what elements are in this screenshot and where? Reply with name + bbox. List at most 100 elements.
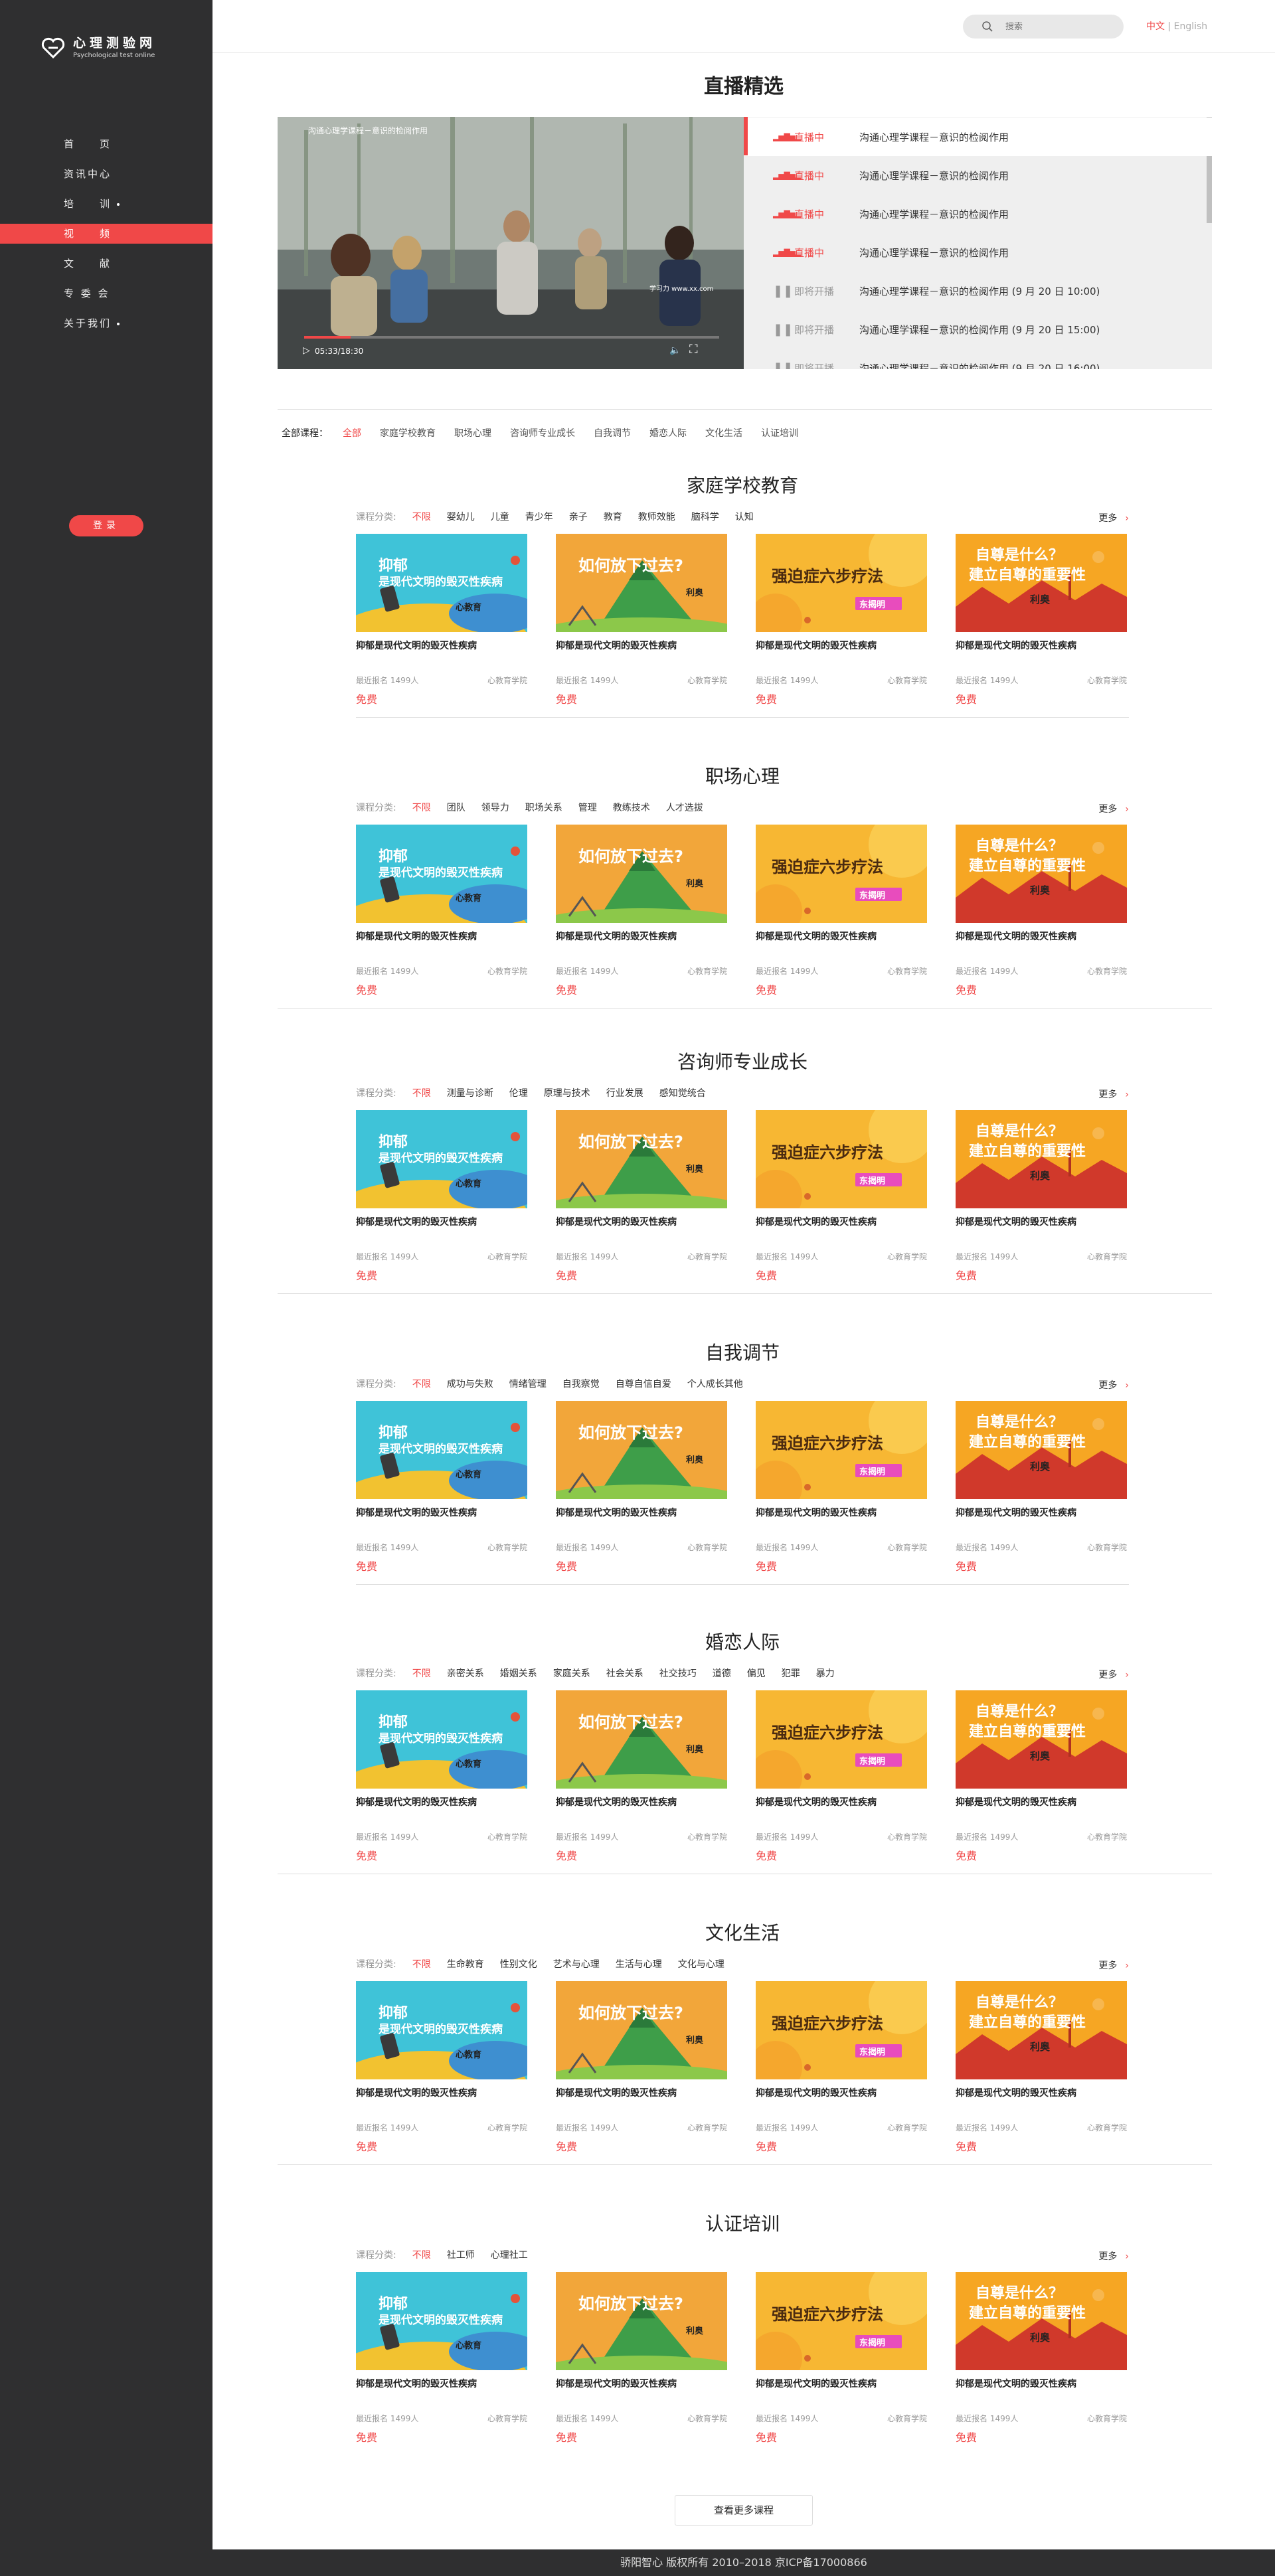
category-option[interactable]: 暴力 xyxy=(816,1666,835,1680)
course-thumbnail[interactable]: 强迫症六步疗法 东揭明 xyxy=(756,1981,927,2079)
course-title[interactable]: 抑郁是现代文明的毁灭性疾病 xyxy=(956,1795,1076,1809)
category-option[interactable]: 犯罪 xyxy=(782,1666,800,1680)
nav-item-0[interactable]: 首 页 xyxy=(0,134,212,154)
fullscreen-icon[interactable]: ⛶ xyxy=(689,343,698,357)
course-thumbnail[interactable]: 抑郁 是现代文明的毁灭性疾病 心教育 xyxy=(356,1401,527,1499)
more-link[interactable]: 更多 › xyxy=(1098,1668,1129,1681)
course-thumbnail[interactable]: 如何放下过去? 利奥 xyxy=(556,1110,727,1208)
course-thumbnail[interactable]: 自尊是什么？ 建立自尊的重要性 利奥 xyxy=(956,1690,1127,1789)
course-title[interactable]: 抑郁是现代文明的毁灭性疾病 xyxy=(756,1795,877,1809)
course-thumbnail[interactable]: 如何放下过去? 利奥 xyxy=(556,1401,727,1499)
category-option[interactable]: 偏见 xyxy=(747,1666,766,1680)
course-thumbnail[interactable]: 抑郁 是现代文明的毁灭性疾病 心教育 xyxy=(356,1110,527,1208)
course-thumbnail[interactable]: 自尊是什么？ 建立自尊的重要性 利奥 xyxy=(956,1110,1127,1208)
all-courses-tab[interactable]: 认证培训 xyxy=(761,426,798,440)
course-card[interactable]: 自尊是什么？ 建立自尊的重要性 利奥 抑郁是现代文明的毁灭性疾病 最近报名 1499人 心… xyxy=(956,534,1127,706)
course-card[interactable]: 如何放下过去? 利奥 抑郁是现代文明的毁灭性疾病 最近报名 1499人 心教育学院 免费 xyxy=(556,1401,727,1573)
course-thumbnail[interactable]: 抑郁 是现代文明的毁灭性疾病 心教育 xyxy=(356,825,527,923)
live-status[interactable]: 即将开播 xyxy=(790,361,859,370)
course-card[interactable]: 强迫症六步疗法 东揭明 抑郁是现代文明的毁灭性疾病 最近报名 1499人 心教育学院 免费 xyxy=(756,1981,927,2154)
live-status[interactable]: 直播中 xyxy=(790,207,859,221)
lang-english[interactable]: English xyxy=(1174,21,1208,32)
category-option[interactable]: 不限 xyxy=(412,1377,431,1390)
course-title[interactable]: 抑郁是现代文明的毁灭性疾病 xyxy=(356,1795,477,1809)
course-thumbnail[interactable]: 强迫症六步疗法 东揭明 xyxy=(756,1690,927,1789)
course-title[interactable]: 抑郁是现代文明的毁灭性疾病 xyxy=(956,1215,1076,1228)
category-option[interactable]: 家庭关系 xyxy=(553,1666,590,1680)
course-title[interactable]: 抑郁是现代文明的毁灭性疾病 xyxy=(356,639,477,652)
course-title[interactable]: 抑郁是现代文明的毁灭性疾病 xyxy=(556,1215,677,1228)
category-option[interactable]: 婚姻关系 xyxy=(500,1666,537,1680)
course-thumbnail[interactable]: 强迫症六步疗法 东揭明 xyxy=(756,825,927,923)
category-option[interactable]: 自我察觉 xyxy=(562,1377,600,1390)
course-card[interactable]: 自尊是什么？ 建立自尊的重要性 利奥 抑郁是现代文明的毁灭性疾病 最近报名 1499人 心… xyxy=(956,1690,1127,1863)
volume-icon[interactable]: 🔈 xyxy=(669,345,681,356)
more-link[interactable]: 更多 › xyxy=(1098,802,1129,815)
course-thumbnail[interactable]: 强迫症六步疗法 东揭明 xyxy=(756,1401,927,1499)
all-courses-tab[interactable]: 婚恋人际 xyxy=(649,426,687,440)
category-option[interactable]: 伦理 xyxy=(509,1086,528,1099)
category-option[interactable]: 教练技术 xyxy=(613,801,650,814)
site-logo[interactable]: 心理测验网 Psychological test online xyxy=(40,35,156,61)
course-card[interactable]: 自尊是什么？ 建立自尊的重要性 利奥 抑郁是现代文明的毁灭性疾病 最近报名 1499人 心… xyxy=(956,825,1127,997)
search-input[interactable] xyxy=(1005,21,1112,32)
category-option[interactable]: 行业发展 xyxy=(606,1086,643,1099)
category-option[interactable]: 不限 xyxy=(412,510,431,523)
course-thumbnail[interactable]: 如何放下过去? 利奥 xyxy=(556,1981,727,2079)
category-option[interactable]: 亲子 xyxy=(569,510,588,523)
course-thumbnail[interactable]: 如何放下过去? 利奥 xyxy=(556,825,727,923)
course-card[interactable]: 如何放下过去? 利奥 抑郁是现代文明的毁灭性疾病 最近报名 1499人 心教育学院 免费 xyxy=(556,1690,727,1863)
course-title[interactable]: 抑郁是现代文明的毁灭性疾病 xyxy=(556,639,677,652)
course-title[interactable]: 抑郁是现代文明的毁灭性疾病 xyxy=(556,929,677,943)
course-card[interactable]: 如何放下过去? 利奥 抑郁是现代文明的毁灭性疾病 最近报名 1499人 心教育学院 免费 xyxy=(556,825,727,997)
course-card[interactable]: 自尊是什么？ 建立自尊的重要性 利奥 抑郁是现代文明的毁灭性疾病 最近报名 1499人 心… xyxy=(956,1981,1127,2154)
category-option[interactable]: 教育 xyxy=(604,510,622,523)
course-card[interactable]: 抑郁 是现代文明的毁灭性疾病 心教育 抑郁是现代文明的毁灭性疾病 最近报名 1499人心… xyxy=(356,1981,527,2154)
category-option[interactable]: 人才选拔 xyxy=(666,801,703,814)
course-card[interactable]: 自尊是什么？ 建立自尊的重要性 利奥 抑郁是现代文明的毁灭性疾病 最近报名 1499人 心… xyxy=(956,2272,1127,2445)
course-title[interactable]: 抑郁是现代文明的毁灭性疾病 xyxy=(756,1506,877,1519)
nav-item-4[interactable]: 文 献 xyxy=(0,254,212,274)
course-title[interactable]: 抑郁是现代文明的毁灭性疾病 xyxy=(356,2377,477,2390)
category-option[interactable]: 不限 xyxy=(412,1957,431,1971)
nav-item-3[interactable]: 视 频 xyxy=(0,224,212,244)
course-card[interactable]: 强迫症六步疗法 东揭明 抑郁是现代文明的毁灭性疾病 最近报名 1499人 心教育学院 免费 xyxy=(756,1401,927,1573)
all-courses-tab[interactable]: 自我调节 xyxy=(594,426,631,440)
search-box[interactable] xyxy=(963,15,1124,39)
category-option[interactable]: 管理 xyxy=(578,801,597,814)
course-thumbnail[interactable]: 抑郁 是现代文明的毁灭性疾病 心教育 xyxy=(356,1690,527,1789)
course-card[interactable]: 抑郁 是现代文明的毁灭性疾病 心教育 抑郁是现代文明的毁灭性疾病 最近报名 1499人心… xyxy=(356,1401,527,1573)
course-card[interactable]: 抑郁 是现代文明的毁灭性疾病 心教育 抑郁是现代文明的毁灭性疾病 最近报名 1499人心… xyxy=(356,825,527,997)
course-title[interactable]: 抑郁是现代文明的毁灭性疾病 xyxy=(956,929,1076,943)
course-card[interactable]: 抑郁 是现代文明的毁灭性疾病 心教育 抑郁是现代文明的毁灭性疾病 最近报名 1499人心… xyxy=(356,1110,527,1283)
live-list-item[interactable]: ▂▅▇▅▂ 直播中 沟通心理学课程－意识的检阅作用 xyxy=(744,156,1212,195)
course-card[interactable]: 如何放下过去? 利奥 抑郁是现代文明的毁灭性疾病 最近报名 1499人 心教育学院 免费 xyxy=(556,1981,727,2154)
course-thumbnail[interactable]: 强迫症六步疗法 东揭明 xyxy=(756,1110,927,1208)
course-card[interactable]: 如何放下过去? 利奥 抑郁是现代文明的毁灭性疾病 最近报名 1499人 心教育学院 免费 xyxy=(556,2272,727,2445)
course-thumbnail[interactable]: 如何放下过去? 利奥 xyxy=(556,2272,727,2370)
course-card[interactable]: 抑郁 是现代文明的毁灭性疾病 心教育 抑郁是现代文明的毁灭性疾病 最近报名 1499人心… xyxy=(356,1690,527,1863)
category-option[interactable]: 道德 xyxy=(713,1666,731,1680)
more-courses-button[interactable]: 查看更多课程 xyxy=(675,2495,813,2526)
course-card[interactable]: 强迫症六步疗法 东揭明 抑郁是现代文明的毁灭性疾病 最近报名 1499人 心教育学院 免费 xyxy=(756,825,927,997)
live-list-item[interactable]: ❚❚ 即将开播 沟通心理学课程－意识的检阅作用 (9 月 20 日 16:00) xyxy=(744,349,1212,370)
video-player[interactable]: 沟通心理学课程－意识的检阅作用 学习力 www.xx.com ▷ 05:33/1… xyxy=(278,117,744,369)
course-title[interactable]: 抑郁是现代文明的毁灭性疾病 xyxy=(956,639,1076,652)
course-card[interactable]: 强迫症六步疗法 东揭明 抑郁是现代文明的毁灭性疾病 最近报名 1499人 心教育学院 免费 xyxy=(756,534,927,706)
category-option[interactable]: 测量与诊断 xyxy=(447,1086,493,1099)
category-option[interactable]: 不限 xyxy=(412,1666,431,1680)
live-list-item[interactable]: ▂▅▇▅▂ 直播中 沟通心理学课程－意识的检阅作用 xyxy=(744,195,1212,233)
nav-item-1[interactable]: 资讯中心 xyxy=(0,164,212,184)
more-link[interactable]: 更多 › xyxy=(1098,511,1129,524)
course-title[interactable]: 抑郁是现代文明的毁灭性疾病 xyxy=(356,1506,477,1519)
course-title[interactable]: 抑郁是现代文明的毁灭性疾病 xyxy=(756,929,877,943)
course-title[interactable]: 抑郁是现代文明的毁灭性疾病 xyxy=(556,1795,677,1809)
category-option[interactable]: 个人成长其他 xyxy=(687,1377,743,1390)
category-option[interactable]: 社交技巧 xyxy=(659,1666,697,1680)
category-option[interactable]: 生活与心理 xyxy=(616,1957,662,1971)
live-list-item[interactable]: ▂▅▇▅▂ 直播中 沟通心理学课程－意识的检阅作用 xyxy=(744,118,1212,156)
course-card[interactable]: 如何放下过去? 利奥 抑郁是现代文明的毁灭性疾病 最近报名 1499人 心教育学院 免费 xyxy=(556,1110,727,1283)
course-thumbnail[interactable]: 强迫症六步疗法 东揭明 xyxy=(756,2272,927,2370)
category-option[interactable]: 不限 xyxy=(412,801,431,814)
course-card[interactable]: 强迫症六步疗法 东揭明 抑郁是现代文明的毁灭性疾病 最近报名 1499人 心教育学院 免费 xyxy=(756,2272,927,2445)
